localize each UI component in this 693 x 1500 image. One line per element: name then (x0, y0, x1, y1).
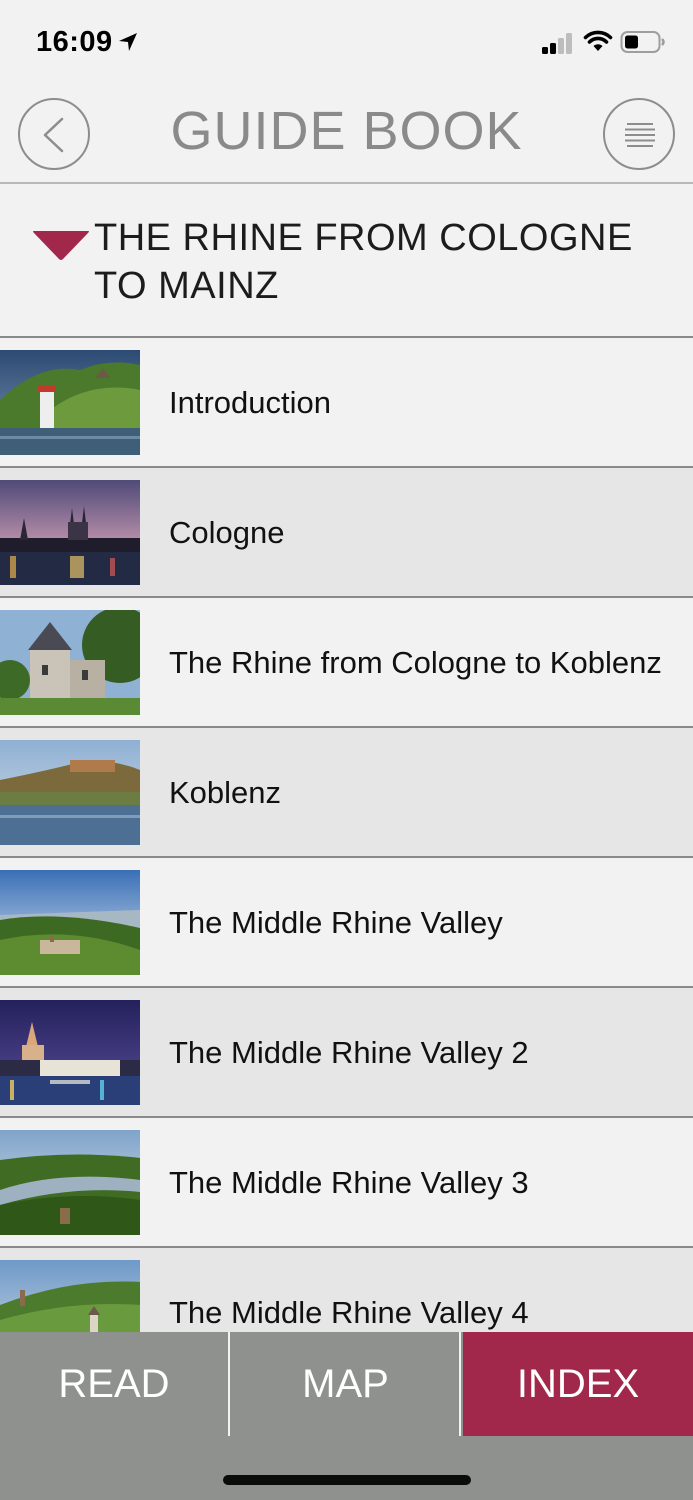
list-item-label: The Middle Rhine Valley 3 (169, 1164, 529, 1200)
list-item-label: The Middle Rhine Valley 2 (169, 1034, 529, 1070)
section-header[interactable]: THE RHINE FROM COLOGNE TO MAINZ (0, 186, 693, 338)
thumbnail-image (0, 1260, 140, 1332)
list-item-label: Introduction (169, 384, 331, 420)
home-indicator (223, 1475, 471, 1485)
list-item-label: The Middle Rhine Valley 4 (169, 1294, 529, 1330)
thumbnail-image (0, 1130, 140, 1235)
cellular-signal-icon (542, 33, 572, 54)
section-title: THE RHINE FROM COLOGNE TO MAINZ (94, 217, 633, 307)
list-item[interactable]: The Middle Rhine Valley 4 (0, 1248, 693, 1332)
list-item[interactable]: The Middle Rhine Valley (0, 858, 693, 988)
tab-index[interactable]: INDEX (463, 1332, 693, 1436)
tab-read[interactable]: READ (0, 1332, 230, 1436)
list-item-label: Koblenz (169, 774, 282, 810)
list-item[interactable]: Koblenz (0, 728, 693, 858)
status-bar: 16:09 (0, 0, 693, 88)
thumbnail-image (0, 350, 140, 455)
thumbnail-image (0, 480, 140, 585)
page-title: GUIDE BOOK (170, 101, 523, 161)
location-arrow-icon (119, 33, 137, 51)
list-item-label: The Rhine from Cologne to Koblenz (169, 644, 662, 680)
tab-map[interactable]: MAP (232, 1332, 461, 1436)
list-item[interactable]: The Middle Rhine Valley 3 (0, 1118, 693, 1248)
bottom-tab-bar: READ MAP INDEX (0, 1332, 693, 1500)
battery-icon (620, 31, 665, 53)
menu-button[interactable] (603, 98, 675, 170)
caret-down-icon (33, 231, 89, 260)
chapter-list: Introduction Cologne The Rhine from Colo… (0, 338, 693, 1332)
thumbnail-image (0, 610, 140, 715)
wifi-icon (583, 30, 613, 51)
thumbnail-image (0, 870, 140, 975)
list-item-label: The Middle Rhine Valley (169, 904, 503, 940)
list-item[interactable]: The Middle Rhine Valley 2 (0, 988, 693, 1118)
thumbnail-image (0, 740, 140, 845)
app-header: GUIDE BOOK (0, 88, 693, 184)
menu-lines-icon (625, 123, 655, 147)
list-item[interactable]: Cologne (0, 468, 693, 598)
list-item-label: Cologne (169, 514, 285, 550)
status-time: 16:09 (36, 26, 113, 58)
list-item[interactable]: The Rhine from Cologne to Koblenz (0, 598, 693, 728)
thumbnail-image (0, 1000, 140, 1105)
list-item[interactable]: Introduction (0, 338, 693, 468)
